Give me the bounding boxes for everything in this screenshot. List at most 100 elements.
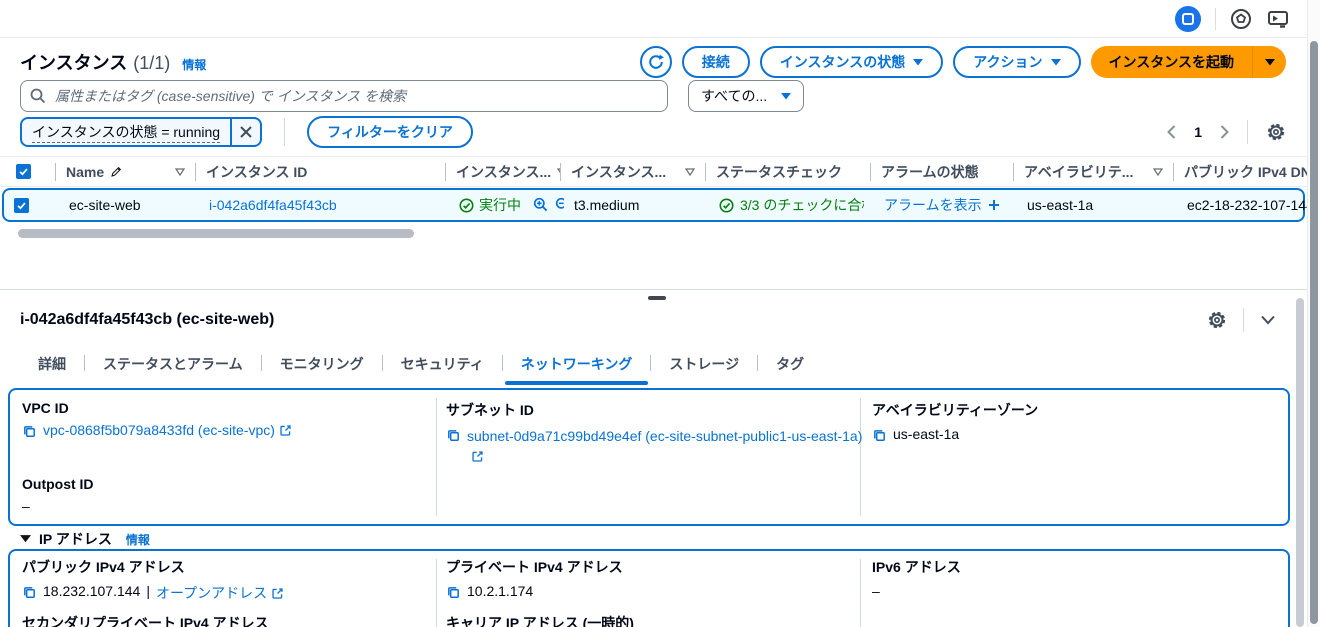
column-header-status-check[interactable]: ステータスチェック bbox=[705, 163, 870, 181]
chevron-left-icon bbox=[1167, 125, 1176, 139]
vpc-id-link[interactable]: vpc-0868f5b079a8433fd (ec-site-vpc) bbox=[43, 422, 292, 438]
divider bbox=[1243, 308, 1244, 332]
chevron-down-icon bbox=[781, 93, 791, 100]
column-header-instance-id[interactable]: インスタンス ID bbox=[195, 163, 445, 181]
chevron-down-icon bbox=[1265, 59, 1275, 66]
availability-zone-label: アベイラビリティーゾーン bbox=[872, 400, 1038, 420]
sort-icon bbox=[679, 168, 695, 176]
chevron-down-icon bbox=[1260, 314, 1276, 326]
copy-icon[interactable] bbox=[22, 424, 37, 439]
tab-networking[interactable]: ネットワーキング bbox=[503, 352, 651, 384]
collapse-panel-button[interactable] bbox=[1260, 314, 1276, 326]
connect-button[interactable]: 接続 bbox=[682, 46, 750, 78]
panel-scrollbar-thumb[interactable] bbox=[1296, 298, 1304, 627]
check-icon bbox=[16, 200, 27, 211]
secondary-private-ipv4-label: セカンダリプライベート IPv4 アドレス bbox=[22, 613, 269, 627]
private-ipv4-label: プライベート IPv4 アドレス bbox=[446, 557, 623, 577]
external-link-icon bbox=[271, 587, 284, 600]
filter-token: インスタンスの状態 = running bbox=[20, 117, 262, 147]
outpost-id-label: Outpost ID bbox=[22, 476, 94, 492]
column-divider bbox=[860, 559, 861, 627]
search-input[interactable] bbox=[20, 80, 668, 112]
cell-name: ec-site-web bbox=[59, 197, 199, 213]
copy-icon[interactable] bbox=[446, 585, 461, 600]
copy-icon[interactable] bbox=[446, 428, 461, 443]
add-alarm-icon[interactable] bbox=[988, 199, 1000, 211]
instance-state-dropdown[interactable]: インスタンスの状態 bbox=[760, 46, 943, 78]
divider bbox=[284, 118, 285, 146]
actions-dropdown[interactable]: アクション bbox=[953, 46, 1080, 78]
ip-addresses-container: パブリック IPv4 アドレス 18.232.107.144 | オープンアドレ… bbox=[8, 549, 1290, 627]
launch-instances-button[interactable]: インスタンスを起動 bbox=[1091, 46, 1252, 78]
cell-availability-zone: us-east-1a bbox=[1017, 197, 1177, 213]
chevron-down-icon bbox=[1051, 59, 1061, 66]
outpost-id-value: – bbox=[22, 498, 30, 514]
search-row: すべての... bbox=[20, 80, 804, 112]
table-preferences-button[interactable] bbox=[1266, 122, 1286, 142]
blue-window-icon[interactable] bbox=[1175, 6, 1201, 32]
previous-page-button[interactable] bbox=[1167, 125, 1176, 139]
column-header-instance-state[interactable]: インスタンス... bbox=[445, 163, 560, 181]
launch-instances-caret[interactable] bbox=[1252, 46, 1286, 78]
zoom-in-filter-icon[interactable] bbox=[533, 197, 549, 213]
power-circle-icon[interactable] bbox=[1230, 8, 1252, 30]
panel-preferences-button[interactable] bbox=[1207, 310, 1227, 330]
zoom-out-filter-icon[interactable] bbox=[555, 197, 564, 213]
column-header-public-dns[interactable]: パブリック IPv4 DNS bbox=[1173, 163, 1307, 181]
public-ipv4-value: 18.232.107.144 bbox=[43, 583, 140, 599]
current-page[interactable]: 1 bbox=[1194, 124, 1202, 140]
column-header-availability-zone[interactable]: アベイラビリテ... bbox=[1013, 163, 1173, 181]
select-all-checkbox[interactable] bbox=[16, 164, 31, 179]
topbar-divider bbox=[1215, 8, 1216, 30]
private-ipv4-value: 10.2.1.174 bbox=[467, 583, 533, 599]
instance-id-link[interactable]: i-042a6df4fa45f43cb bbox=[209, 197, 337, 213]
gear-icon bbox=[1207, 310, 1227, 330]
copy-icon[interactable] bbox=[872, 428, 887, 443]
tab-details[interactable]: 詳細 bbox=[20, 352, 84, 384]
subnet-id-link[interactable]: subnet-0d9a71c99bd49e4ef (ec-site-subnet… bbox=[467, 426, 867, 466]
external-link-icon bbox=[279, 424, 292, 437]
ip-addresses-section-header[interactable]: IP アドレス 情報 bbox=[20, 529, 150, 549]
ip-addresses-title: IP アドレス bbox=[39, 529, 112, 549]
section-expanded-icon bbox=[20, 535, 31, 543]
sort-icon bbox=[551, 168, 560, 176]
column-header-alarm-status[interactable]: アラームの状態 bbox=[870, 163, 1013, 181]
tab-storage[interactable]: ストレージ bbox=[651, 352, 757, 384]
instances-table-header: Name インスタンス ID インスタンス... インスタンス... ステータス… bbox=[0, 156, 1307, 187]
info-link[interactable]: 情報 bbox=[126, 531, 150, 548]
remove-filter-button[interactable] bbox=[230, 119, 260, 145]
tab-tags[interactable]: タグ bbox=[758, 352, 822, 384]
divider bbox=[1247, 120, 1248, 144]
window-scrollbar bbox=[1307, 0, 1320, 627]
subnet-id-label: サブネット ID bbox=[446, 400, 867, 420]
clear-filters-button[interactable]: フィルターをクリア bbox=[307, 116, 473, 148]
tab-security[interactable]: セキュリティ bbox=[383, 352, 502, 384]
state-filter-dropdown[interactable]: すべての... bbox=[688, 80, 804, 112]
table-horizontal-scrollbar bbox=[0, 229, 1307, 238]
instance-count: (1/1) bbox=[133, 53, 170, 74]
tab-monitoring[interactable]: モニタリング bbox=[262, 352, 382, 384]
column-divider bbox=[436, 398, 437, 516]
window-scrollbar-thumb[interactable] bbox=[1310, 41, 1318, 624]
info-link[interactable]: 情報 bbox=[182, 56, 206, 73]
browser-topbar bbox=[0, 0, 1320, 38]
sort-icon bbox=[169, 168, 185, 176]
instance-row[interactable]: ec-site-web i-042a6df4fa45f43cb 実行中 t3.m… bbox=[2, 188, 1305, 222]
row-checkbox[interactable] bbox=[14, 198, 29, 213]
column-header-name[interactable]: Name bbox=[55, 163, 195, 181]
split-panel-drag-handle[interactable] bbox=[648, 296, 666, 300]
availability-zone-value: us-east-1a bbox=[893, 426, 959, 442]
detail-panel-header: i-042a6df4fa45f43cb (ec-site-web) bbox=[20, 308, 1276, 332]
remote-console-icon[interactable] bbox=[1266, 8, 1290, 30]
copy-icon[interactable] bbox=[22, 585, 37, 600]
view-alarms-link[interactable]: アラームを表示 bbox=[884, 195, 982, 215]
external-link-icon bbox=[471, 450, 484, 463]
refresh-button[interactable] bbox=[640, 46, 672, 78]
horizontal-scrollbar-thumb[interactable] bbox=[18, 229, 414, 238]
tab-status-alarms[interactable]: ステータスとアラーム bbox=[85, 352, 261, 384]
networking-details-container: VPC ID vpc-0868f5b079a8433fd (ec-site-vp… bbox=[8, 388, 1290, 526]
next-page-button[interactable] bbox=[1220, 125, 1229, 139]
status-ok-icon bbox=[719, 198, 734, 213]
column-header-instance-type[interactable]: インスタンス... bbox=[560, 163, 705, 181]
open-address-link[interactable]: オープンアドレス bbox=[156, 583, 284, 603]
